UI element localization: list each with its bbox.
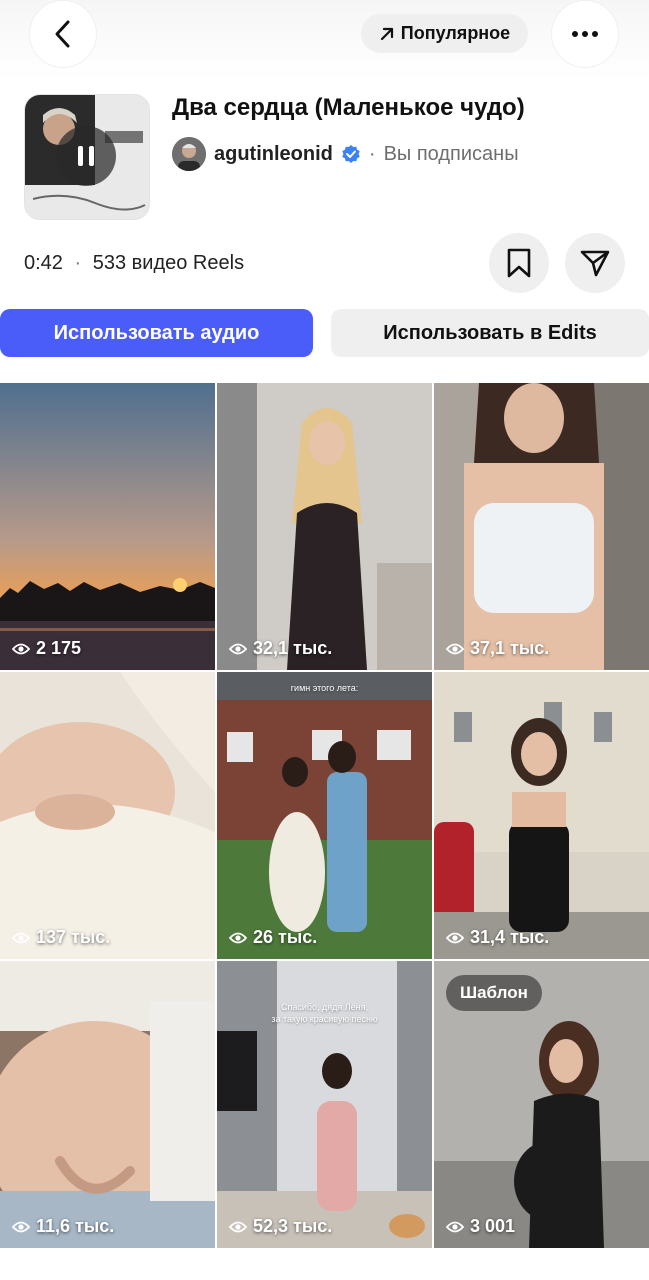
view-count-text: 3 001 — [470, 1216, 516, 1236]
reel-thumbnail — [217, 383, 432, 670]
popular-button[interactable]: Популярное — [361, 14, 528, 53]
audio-meta: 0:42 · 533 видео Reels — [24, 252, 244, 275]
artist-name[interactable]: agutinleonid — [214, 143, 333, 166]
eye-icon — [12, 643, 30, 654]
reel-thumbnail — [0, 961, 215, 1248]
view-count: 31,4 тыс. — [446, 927, 549, 948]
save-button[interactable] — [489, 233, 549, 293]
chevron-left-icon — [55, 20, 70, 48]
send-icon — [580, 250, 610, 277]
reel-thumbnail — [217, 672, 432, 959]
eye-icon — [446, 1221, 464, 1232]
reel-tile[interactable]: 31,4 тыс. — [434, 672, 649, 959]
audio-duration: 0:42 — [24, 252, 63, 274]
reel-thumbnail — [0, 383, 215, 670]
eye-icon — [446, 643, 464, 654]
reel-overlay-text: Спасибо, дядя Лёня, за такую красивую пе… — [271, 1002, 378, 1024]
reel-tile[interactable]: Спасибо, дядя Лёня, за такую красивую пе… — [217, 961, 432, 1248]
reel-thumbnail — [434, 672, 649, 959]
reel-thumbnail — [0, 672, 215, 959]
view-count-text: 137 тыс. — [36, 927, 111, 947]
reel-tile[interactable]: 2 175 — [0, 383, 215, 670]
artist-avatar[interactable] — [172, 137, 206, 171]
reel-tile[interactable]: гимн этого лета: 26 тыс. — [217, 672, 432, 959]
eye-icon — [446, 932, 464, 943]
view-count: 137 тыс. — [12, 927, 110, 948]
arrow-up-right-icon — [380, 27, 393, 40]
verified-badge-icon — [342, 145, 360, 163]
template-badge: Шаблон — [446, 975, 542, 1011]
view-count: 52,3 тыс. — [229, 1216, 332, 1237]
use-audio-button[interactable]: Использовать аудио — [0, 309, 313, 357]
eye-icon — [229, 1221, 247, 1232]
view-count-text: 52,3 тыс. — [253, 1216, 333, 1236]
view-count: 26 тыс. — [229, 927, 317, 948]
view-count-text: 31,4 тыс. — [470, 927, 550, 947]
meta-separator: · — [74, 252, 82, 274]
reels-count: 533 видео Reels — [92, 252, 245, 274]
view-count-text: 26 тыс. — [253, 927, 318, 947]
separator-dot: · — [368, 142, 376, 165]
reel-tile[interactable]: 37,1 тыс. — [434, 383, 649, 670]
pause-icon — [78, 146, 94, 166]
artist-row: agutinleonid · Вы подписаны — [172, 136, 519, 172]
view-count: 2 175 — [12, 638, 81, 659]
popular-label: Популярное — [400, 23, 511, 43]
album-cover[interactable] — [24, 94, 150, 220]
bookmark-icon — [507, 248, 531, 278]
eye-icon — [12, 1221, 30, 1232]
view-count: 37,1 тыс. — [446, 638, 549, 659]
view-count-text: 37,1 тыс. — [470, 638, 550, 658]
subscription-status[interactable]: Вы подписаны — [384, 143, 519, 166]
view-count-text: 11,6 тыс. — [36, 1216, 115, 1236]
share-button[interactable] — [565, 233, 625, 293]
use-in-edits-button[interactable]: Использовать в Edits — [331, 309, 649, 357]
reel-tile[interactable]: 32,1 тыс. — [217, 383, 432, 670]
view-count: 32,1 тыс. — [229, 638, 332, 659]
view-count: 11,6 тыс. — [12, 1216, 114, 1237]
more-button[interactable] — [552, 1, 618, 67]
reel-tile[interactable]: Шаблон 3 001 — [434, 961, 649, 1248]
eye-icon — [229, 643, 247, 654]
reel-tile[interactable]: 11,6 тыс. — [0, 961, 215, 1248]
eye-icon — [12, 932, 30, 943]
view-count-text: 32,1 тыс. — [253, 638, 333, 658]
more-icon — [572, 31, 598, 37]
reel-tile[interactable]: 137 тыс. — [0, 672, 215, 959]
eye-icon — [229, 932, 247, 943]
view-count: 3 001 — [446, 1216, 515, 1237]
reel-overlay-text: гимн этого лета: — [290, 683, 359, 693]
audio-title: Два сердца (Маленькое чудо) — [172, 94, 525, 121]
reel-thumbnail — [434, 383, 649, 670]
back-button[interactable] — [30, 1, 96, 67]
pause-button[interactable] — [56, 126, 116, 186]
view-count-text: 2 175 — [36, 638, 82, 658]
